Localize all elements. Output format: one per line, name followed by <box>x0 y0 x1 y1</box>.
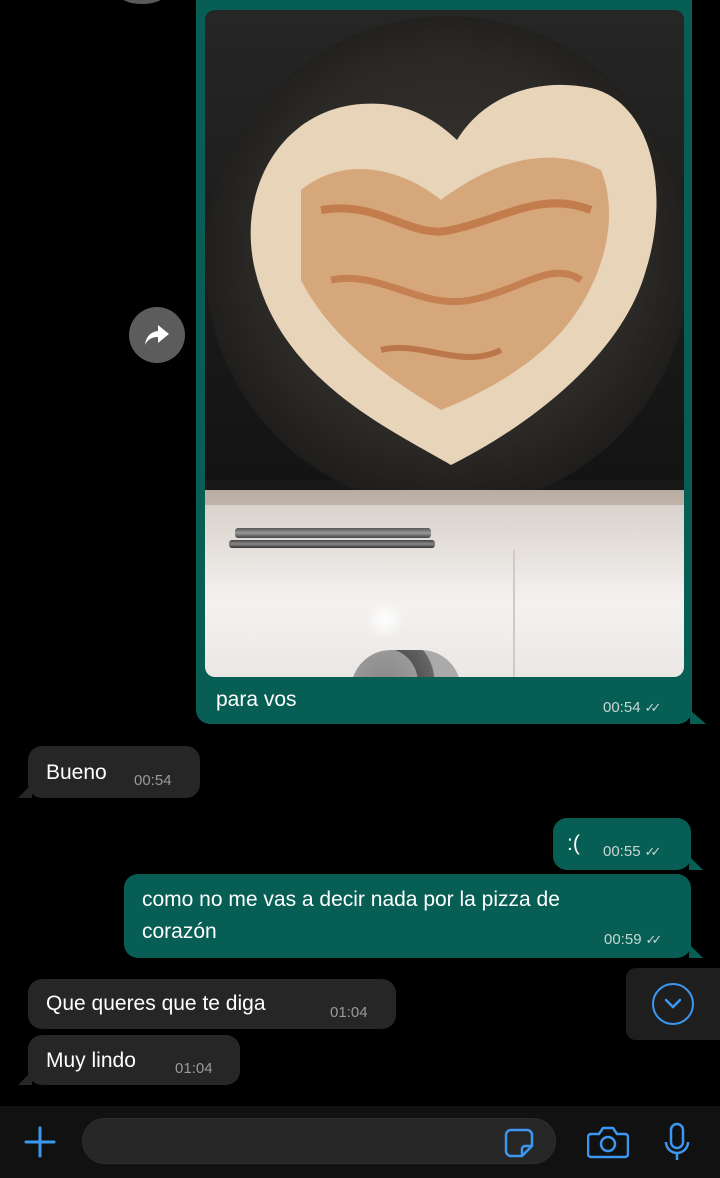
incoming-message[interactable]: Que queres que te diga 01:04 <box>28 979 396 1029</box>
incoming-message[interactable]: Muy lindo 01:04 <box>18 1035 240 1085</box>
avatar[interactable] <box>120 0 164 4</box>
sticker-icon <box>504 1128 534 1158</box>
scroll-to-bottom-button[interactable] <box>626 968 720 1040</box>
message-text-line-1: como no me vas a decir nada por la pizza… <box>142 888 560 911</box>
message-time: 00:54 <box>134 772 172 789</box>
message-text: Que queres que te diga <box>46 992 266 1015</box>
outgoing-message[interactable]: :( 00:55 ✓✓ <box>553 818 703 870</box>
message-text: Muy lindo <box>46 1049 136 1072</box>
read-ticks-icon: ✓✓ <box>645 932 663 947</box>
image-caption: para vos <box>216 688 297 711</box>
composer-bar <box>0 1106 720 1178</box>
message-text-line-2: corazón <box>142 920 217 943</box>
message-time: 00:55 ✓✓ <box>603 843 662 860</box>
message-text: :( <box>567 832 580 855</box>
read-ticks-icon: ✓✓ <box>644 700 662 715</box>
message-time: 00:59 ✓✓ <box>604 931 663 948</box>
attach-button[interactable] <box>20 1122 60 1162</box>
plus-icon <box>24 1126 56 1158</box>
read-ticks-icon: ✓✓ <box>644 844 662 859</box>
heart-pizza-image <box>250 84 657 465</box>
image-message-bubble[interactable]: para vos 00:54 ✓✓ <box>196 0 706 724</box>
message-input[interactable] <box>82 1118 556 1164</box>
incoming-message[interactable]: Bueno 00:54 <box>18 746 200 798</box>
sticker-button[interactable] <box>500 1124 538 1162</box>
message-time: 01:04 <box>175 1060 213 1077</box>
message-photo[interactable] <box>205 10 684 677</box>
camera-icon <box>587 1126 629 1159</box>
camera-button[interactable] <box>586 1122 630 1162</box>
chevron-down-icon <box>664 998 682 1009</box>
message-time: 01:04 <box>330 1004 368 1021</box>
microphone-icon <box>664 1122 690 1160</box>
message-time: 00:54 ✓✓ <box>603 699 662 716</box>
forward-button[interactable] <box>129 307 185 363</box>
forward-arrow-icon <box>145 325 169 345</box>
microphone-button[interactable] <box>662 1120 692 1166</box>
outgoing-message[interactable]: como no me vas a decir nada por la pizza… <box>124 874 703 958</box>
message-text: Bueno <box>46 761 107 784</box>
